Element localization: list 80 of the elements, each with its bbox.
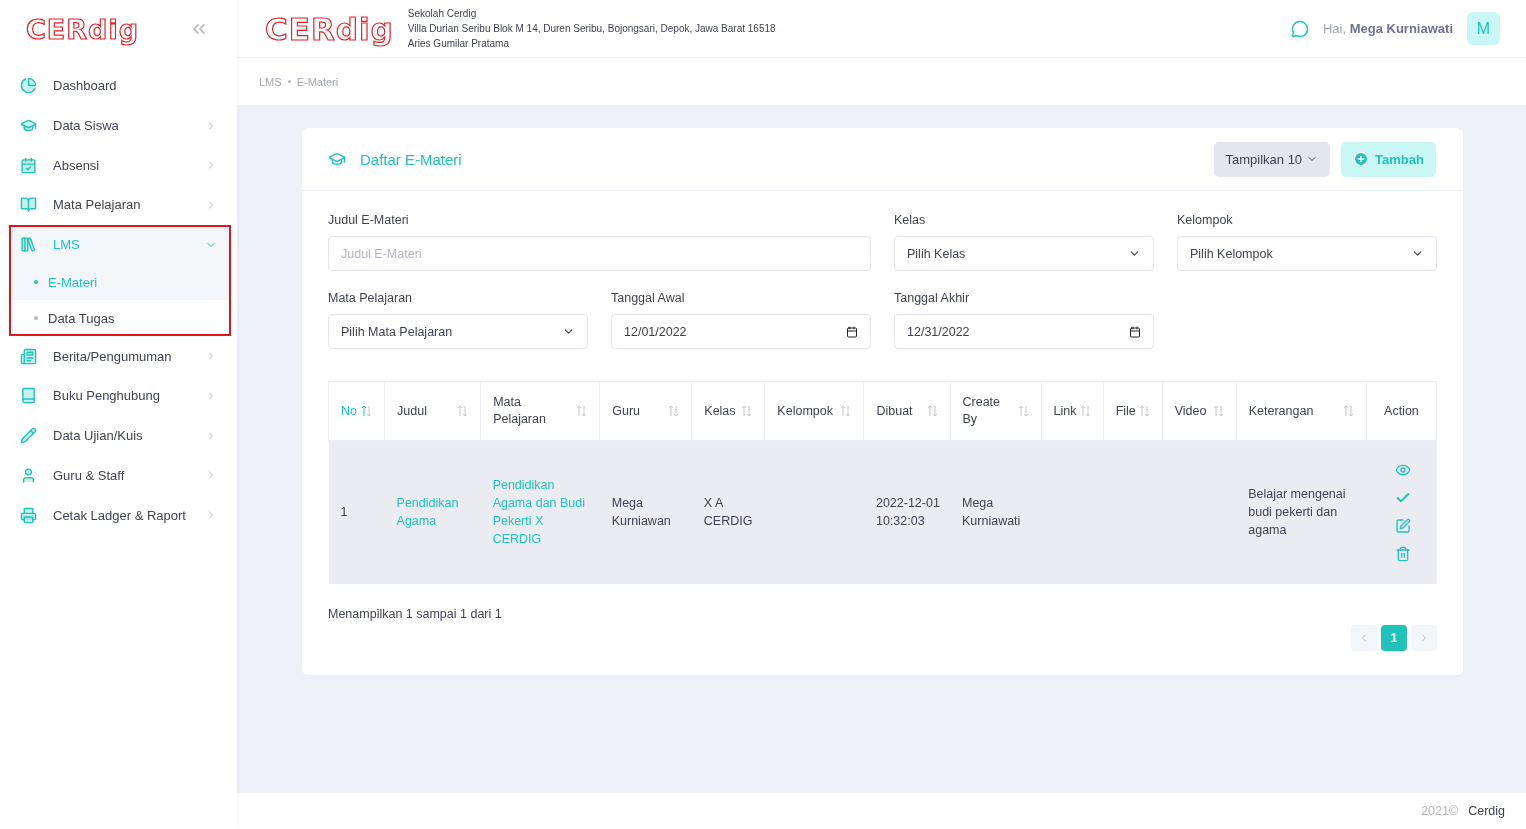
delete-button[interactable] [1394,546,1411,563]
field-label: Kelompok [1177,213,1234,227]
column-header[interactable]: Link [1041,381,1104,441]
column-header[interactable]: Action [1366,381,1437,441]
sort-icon[interactable] [1138,405,1150,417]
sidebar-item[interactable]: Absensi [0,145,237,186]
column-header[interactable]: File [1103,381,1163,441]
table-cell: Mega Kurniawati [950,440,1042,584]
previous-page-button[interactable] [1351,624,1377,651]
column-header[interactable]: Dibuat [863,381,950,441]
sidebar-item[interactable]: Data Ujian/Kuis [0,415,237,456]
principal-name: Aries Gumilar Pratama [407,37,510,50]
calendar-icon [1129,325,1141,338]
next-page-button[interactable] [1411,624,1437,651]
school-address: Villa Durian Seribu Blok M 14, Duren Seribu, Bojongsari, Depok, Jawa Barat 16518 [407,22,777,35]
column-header[interactable]: Kelas [691,381,765,441]
sidebar-item[interactable]: Mata Pelajaran [0,185,237,225]
plus-circle-icon [1353,151,1370,167]
page-size-button[interactable]: Tampilkan 10 [1213,141,1331,177]
copyright-year: 2021© [1421,804,1459,818]
sort-icon[interactable] [1212,405,1224,417]
table-cell: Belajar mengenai budi pekerti dan agama [1236,440,1367,584]
column-header[interactable]: Create By [950,381,1042,441]
logo: CERdig [265,10,394,47]
sort-icon[interactable] [926,405,938,417]
calendar-icon [846,325,858,338]
date-field[interactable]: 12/31/2022 [894,314,1154,349]
logo: CERdig [26,13,139,45]
table-cell: 1 [328,440,385,584]
field-label: Kelas [894,213,927,227]
table-cell: Mega Kurniawan [599,440,692,584]
field-label: Tanggal Awal [611,291,686,305]
sort-icon[interactable] [576,405,588,417]
sort-icon[interactable] [457,405,469,417]
column-header[interactable]: Mata Pelajaran [480,381,600,441]
text-input[interactable]: Judul E-Materi [328,236,871,271]
books-icon [20,236,37,254]
sidebar-item[interactable]: Cetak Ladger & Raport [0,495,237,535]
pencil-icon [20,427,37,445]
select-field[interactable]: Pilih Mata Pelajaran [328,314,588,349]
graduation-cap-icon [328,150,346,168]
select-field[interactable]: Pilih Kelas [894,236,1154,271]
column-header[interactable]: Keterangan [1236,381,1367,441]
school-name: Sekolah Cerdig [407,7,478,20]
column-header[interactable]: Guru [599,381,692,441]
field-label: Judul E-Materi [328,213,410,227]
user-icon [20,466,37,484]
sidebar-item[interactable]: Buku Penghubung [0,376,237,416]
sort-icon[interactable] [1017,405,1029,417]
date-field[interactable]: 12/01/2022 [611,314,871,349]
footer-brand[interactable]: Cerdig [1468,804,1505,818]
select-field[interactable]: Pilih Kelompok [1177,236,1437,271]
edit-button[interactable] [1394,518,1411,535]
newspaper-icon [20,347,37,365]
column-header[interactable]: Kelompok [764,381,864,441]
table-summary: Menampilkan 1 sampai 1 dari 1 [328,606,503,621]
sort-icon[interactable] [1079,405,1091,417]
user-greeting: Hai, Mega Kurniawati [1322,21,1453,36]
sort-icon[interactable] [1342,405,1354,417]
sidebar-item[interactable]: Berita/Pengumuman [0,336,237,377]
column-header[interactable]: Judul [384,381,481,441]
printer-icon [20,506,37,524]
sidebar-item[interactable]: Guru & Staff [0,455,237,496]
column-header[interactable]: Video [1162,381,1237,441]
sort-icon[interactable] [361,405,373,417]
book-icon [20,387,37,405]
sort-icon[interactable] [840,405,852,417]
sort-icon[interactable] [741,405,753,417]
table-cell: X A CERDIG [691,440,765,584]
table-cell: 2022-12-01 10:32:03 [863,440,950,584]
sort-icon[interactable] [668,405,680,417]
sidebar-item[interactable]: Dashboard [0,66,237,106]
pie-chart-icon [20,77,37,95]
sidebar-item[interactable]: Data Siswa [0,105,237,146]
chat-icon[interactable] [1290,19,1309,38]
field-label: Tanggal Akhir [894,291,971,305]
book-open-icon [20,196,37,214]
card-title: Daftar E-Materi [360,150,463,168]
calendar-check-icon [20,156,37,174]
field-label: Mata Pelajaran [328,291,414,305]
